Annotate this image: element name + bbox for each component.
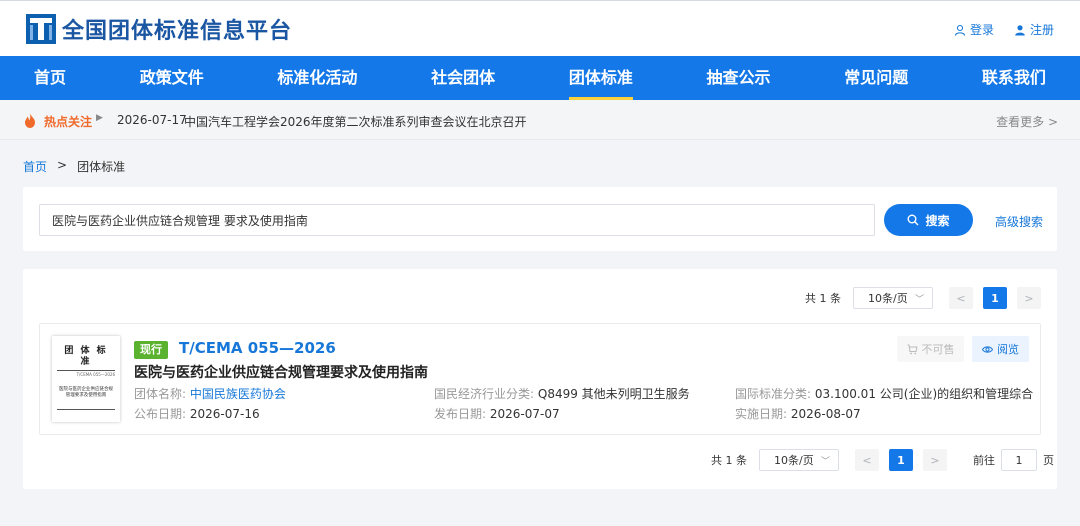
hot-news-bar: 热点关注 ▶ 2026-07-17 中国汽车工程学会2026年度第二次标准系列审… [0, 100, 1080, 140]
nav-item-home[interactable]: 首页 [34, 56, 66, 100]
not-for-sale-button: 不可售 [897, 336, 964, 362]
nav-item-policy[interactable]: 政策文件 [140, 56, 204, 100]
goto-label: 前往 [973, 454, 995, 467]
goto-page: 前往 页 [973, 449, 1054, 471]
user-outline-icon [954, 24, 966, 36]
cart-icon [907, 344, 918, 354]
standard-title: 医院与医药企业供应链合规管理要求及使用指南 [134, 365, 428, 381]
chevron-down-icon: ﹀ [820, 456, 830, 467]
register-label: 注册 [1029, 23, 1054, 37]
eye-icon [982, 345, 993, 353]
publish-date-value: 2026-07-16 [189, 407, 260, 421]
release-date-value: 2026-07-07 [489, 407, 560, 421]
nav-item-contact[interactable]: 联系我们 [982, 56, 1046, 100]
goto-unit: 页 [1043, 454, 1054, 467]
meta-organization: 团体名称: 中国民族医药协会 [134, 385, 286, 402]
breadcrumb-current: 团体标准 [77, 160, 126, 174]
hot-news-link[interactable]: 中国汽车工程学会2026年度第二次标准系列审查会议在北京召开 [184, 113, 527, 130]
pagination-top: 共 1 条 10条/页 ﹀ < 1 > [805, 287, 1051, 309]
meta-industry: 国民经济行业分类: Q8499 其他未列明卫生服务 [434, 385, 690, 402]
search-input[interactable] [39, 204, 875, 236]
search-icon [907, 214, 919, 226]
nav-item-group-standards[interactable]: 团体标准 [568, 56, 633, 100]
thumb-heading: 团 体 标 准 [64, 346, 108, 367]
meta-implementation-date: 实施日期: 2026-08-07 [735, 405, 861, 422]
prev-page-button[interactable]: < [949, 287, 973, 309]
hot-date: 2026-07-17 [117, 113, 187, 127]
read-button-label: 阅览 [997, 343, 1019, 356]
site-title: 全国团体标准信息平台 [62, 19, 293, 44]
meta-publish-date: 公布日期: 2026-07-16 [134, 405, 260, 422]
view-more-link[interactable]: 查看更多 > [996, 113, 1058, 130]
meta-ics-label: 国际标准分类: [735, 387, 812, 401]
meta-release-label: 发布日期: [434, 407, 487, 421]
goto-page-input[interactable] [1001, 449, 1037, 471]
site-logo[interactable]: 全国团体标准信息平台 [26, 14, 292, 44]
implementation-date-value: 2026-08-07 [790, 407, 861, 421]
page-number-current[interactable]: 1 [983, 287, 1007, 309]
next-page-button[interactable]: > [1017, 287, 1041, 309]
total-count: 共 1 条 [711, 454, 747, 467]
meta-ics: 国际标准分类: 03.100.01 公司(企业)的组织和管理综合 [735, 385, 1033, 402]
next-page-button[interactable]: > [923, 449, 947, 471]
breadcrumb: 首页 > 团体标准 [23, 158, 125, 175]
meta-org-label: 团体名称: [134, 387, 187, 401]
nav-item-inspection[interactable]: 抽查公示 [707, 56, 771, 100]
advanced-search-link[interactable]: 高级搜索 [995, 213, 1043, 230]
page-size-value: 10条/页 [868, 292, 908, 305]
meta-publish-label: 公布日期: [134, 407, 187, 421]
search-button-label: 搜索 [925, 213, 950, 228]
thumb-code: T/CEMA 055—2026 [76, 371, 115, 377]
read-button[interactable]: 阅览 [972, 336, 1029, 362]
login-link[interactable]: 登录 [954, 21, 994, 38]
register-link[interactable]: 注册 [1014, 21, 1054, 38]
main-nav: 首页 政策文件 标准化活动 社会团体 团体标准 抽查公示 常见问题 联系我们 [0, 56, 1080, 100]
status-badge: 现行 [134, 341, 168, 359]
page-size-value: 10条/页 [774, 454, 814, 467]
breadcrumb-separator: > [57, 158, 68, 172]
thumb-title: 医院与医药企业供应链合规管理要求及使用指南 [59, 387, 113, 398]
logo-icon [26, 14, 56, 44]
ics-value: 03.100.01 公司(企业)的组织和管理综合 [814, 387, 1034, 401]
nav-item-faq[interactable]: 常见问题 [844, 56, 908, 100]
search-button[interactable]: 搜索 [884, 204, 973, 236]
play-arrow-icon: ▶ [96, 113, 103, 123]
auth-links: 登录 注册 [954, 21, 1054, 38]
page-size-select[interactable]: 10条/页 ﹀ [853, 287, 933, 309]
breadcrumb-home[interactable]: 首页 [23, 158, 47, 175]
meta-industry-label: 国民经济行业分类: [434, 387, 535, 401]
standard-code-link[interactable]: T/CEMA 055—2026 [179, 339, 336, 357]
page-number-current[interactable]: 1 [889, 449, 913, 471]
industry-value: Q8499 其他未列明卫生服务 [537, 387, 690, 401]
result-card: 团 体 标 准 T/CEMA 055—2026 医院与医药企业供应链合规管理要求… [39, 323, 1041, 435]
page-size-select[interactable]: 10条/页 ﹀ [759, 449, 839, 471]
organization-link[interactable]: 中国民族医药协会 [190, 387, 286, 401]
prev-page-button[interactable]: < [855, 449, 879, 471]
flame-icon [25, 113, 35, 128]
meta-release-date: 发布日期: 2026-07-07 [434, 405, 560, 422]
not-for-sale-label: 不可售 [921, 343, 955, 356]
results-panel: 共 1 条 10条/页 ﹀ < 1 > 团 体 标 准 T/CEMA 055—2… [23, 269, 1057, 489]
chevron-down-icon: ﹀ [914, 294, 924, 305]
nav-item-activities[interactable]: 标准化活动 [277, 56, 357, 100]
standard-cover-thumbnail[interactable]: 团 体 标 准 T/CEMA 055—2026 医院与医药企业供应链合规管理要求… [52, 336, 120, 422]
pagination-bottom: 共 1 条 10条/页 ﹀ < 1 > 前往 页 [711, 449, 1054, 471]
site-header: 全国团体标准信息平台 登录 注册 [0, 0, 1080, 56]
user-filled-icon [1015, 24, 1025, 35]
meta-impl-label: 实施日期: [735, 407, 788, 421]
login-label: 登录 [969, 23, 994, 37]
total-count: 共 1 条 [805, 292, 841, 305]
hot-label: 热点关注 [44, 115, 93, 129]
nav-item-organizations[interactable]: 社会团体 [431, 56, 495, 100]
search-panel: 搜索 高级搜索 [23, 187, 1057, 251]
